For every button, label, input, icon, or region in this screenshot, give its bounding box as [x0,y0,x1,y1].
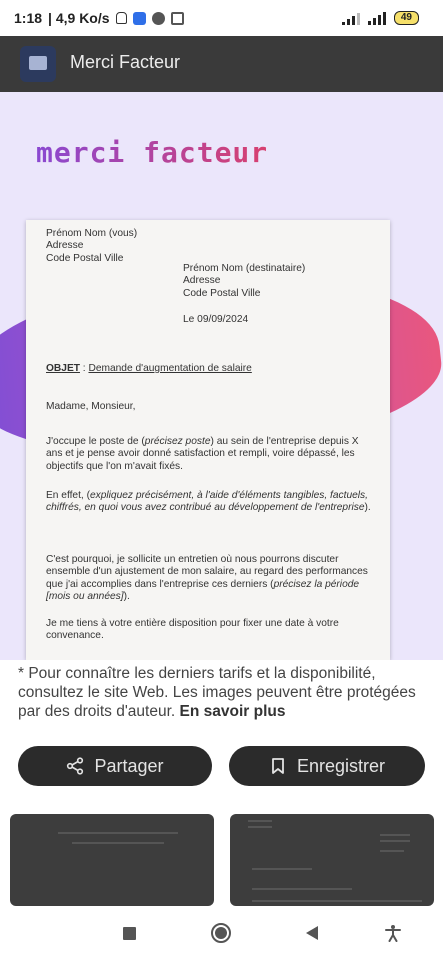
circle-slash-icon [151,11,165,25]
related-images [0,814,443,906]
sender-address: Adresse [46,240,84,252]
recipient-name: Prénom Nom (destinataire) [183,263,306,274]
share-icon [67,757,84,775]
back-icon [306,926,318,940]
learn-more-link[interactable]: En savoir plus [180,703,286,720]
letter-paragraph-4: Je me tiens à votre entière disposition … [46,618,339,642]
letter-date: Le 09/09/2024 [183,314,249,325]
share-button[interactable]: Partager [18,746,212,786]
related-thumbnail[interactable] [230,814,434,906]
recipient-city: Code Postal Ville [183,287,261,299]
bookmark-icon [272,758,284,774]
recents-button[interactable] [116,920,142,946]
sender-city: Code Postal Ville [46,252,124,264]
sender-block: Prénom Nom (vous) Adresse Code Postal Vi… [46,228,137,265]
recipient-block: Prénom Nom (destinataire) Adresse Code P… [183,263,305,300]
signal-icon [367,12,386,25]
home-button[interactable] [208,920,234,946]
letter-paragraph-3: C'est pourquoi, je sollicite un entretie… [46,554,368,603]
app-bar: Merci Facteur [0,36,443,92]
recents-icon [122,926,136,940]
status-time: 1:18 [14,10,43,26]
sender-name: Prénom Nom (vous) [46,228,138,239]
network-speed: | 4,9 Ko/s [48,10,110,26]
home-icon [211,923,231,943]
copyright-caption: * Pour connaître les derniers tarifs et … [18,664,428,721]
app-title[interactable]: Merci Facteur [70,52,180,73]
back-button[interactable] [299,920,325,946]
object-label: OBJET [46,363,80,374]
accessibility-icon [385,925,401,942]
letter-document: Prénom Nom (vous) Adresse Code Postal Vi… [26,220,390,660]
letter-object: OBJET : Demande d'augmentation de salair… [46,363,252,375]
related-thumbnail[interactable] [10,814,214,906]
play-icon [132,11,146,25]
screenshot-icon [170,11,184,25]
letter-greeting: Madame, Monsieur, [46,401,136,412]
recipient-address: Adresse [183,275,221,287]
share-label: Partager [94,755,164,776]
wifi-icon [341,12,360,25]
letter-paragraph-1: J'occupe le poste de (précisez poste) au… [46,436,359,472]
save-label: Enregistrer [296,755,386,776]
battery-icon: 49 [393,11,419,25]
save-button[interactable]: Enregistrer [229,746,425,786]
image-preview[interactable]: merci facteur Prénom Nom (vous) Adresse … [0,92,443,660]
letter-paragraph-2: En effet, (expliquez précisément, à l'ai… [46,490,371,514]
navigation-bar [0,906,443,960]
object-text: Demande d'augmentation de salaire [88,363,252,374]
merci-facteur-logo[interactable] [20,46,56,82]
mute-bell-icon [115,12,127,24]
accessibility-button[interactable] [380,920,406,946]
brand-wordmark: merci facteur [36,136,269,169]
status-bar: 1:18 | 4,9 Ko/s 49 [0,0,443,36]
